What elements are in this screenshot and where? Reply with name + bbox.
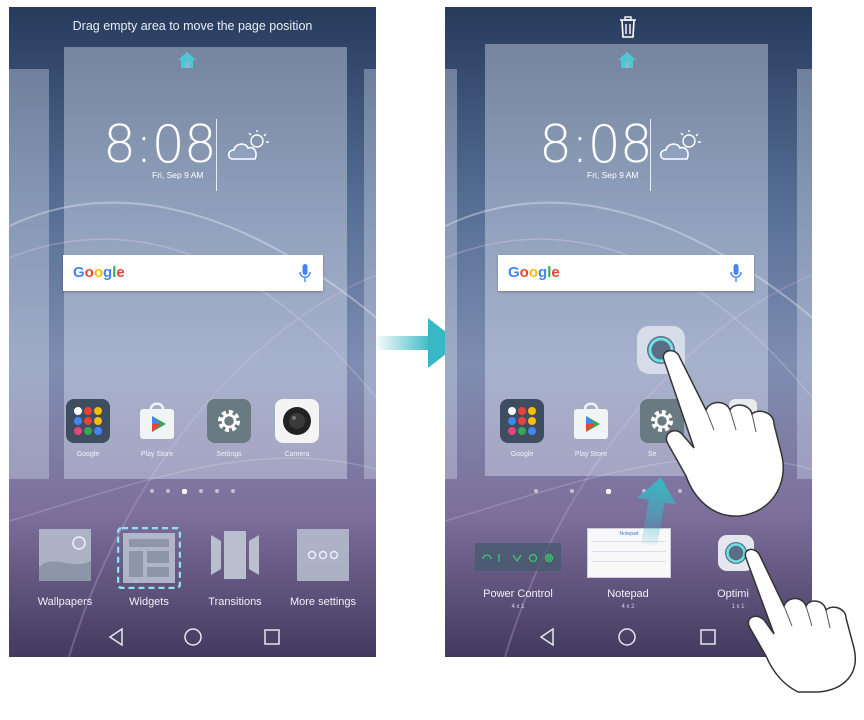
widget-size: 4 x 2 [621,604,635,610]
home-icon[interactable] [617,51,637,69]
tool-widgets[interactable]: Widgets [116,526,182,608]
mic-icon[interactable] [730,263,742,283]
app-play-store[interactable]: Play Store [135,399,179,458]
pointing-hand-icon [662,349,784,517]
app-settings[interactable]: Settings [207,399,251,458]
recents-icon[interactable] [698,627,718,647]
back-icon[interactable] [537,627,557,647]
app-label: Camera [284,451,310,458]
tool-label: Wallpapers [37,596,93,608]
recents-icon[interactable] [262,627,282,647]
google-logo: Google [508,264,560,281]
clock-date: Fri, Sep 9 AM [587,170,639,180]
google-search-bar[interactable]: Google [498,255,754,291]
clock-divider [650,119,651,191]
play-store-icon [569,399,613,443]
widgets-icon [116,526,182,590]
clock-time: 8:08 [103,115,217,175]
clock-time: 8:08 [539,115,653,175]
notepad-line [592,561,666,571]
tool-label: More settings [289,596,357,608]
wallpapers-icon [39,529,91,581]
transitions-icon [211,531,259,579]
app-label: Play Store [574,451,608,458]
widget-label-power-control: Power Control [483,588,553,600]
home-icon[interactable] [177,51,197,69]
play-store-icon [135,399,179,443]
google-logo-g: G [73,264,85,281]
trash-icon[interactable] [619,16,637,38]
google-folder-icon [66,399,110,443]
tapping-hand-icon [744,548,856,693]
widget-size: 4 x 1 [511,604,525,610]
app-label: Google [76,451,100,458]
app-google[interactable]: Google [500,399,544,458]
mic-icon[interactable] [299,263,311,283]
clock-date: Fri, Sep 9 AM [152,170,204,180]
page-indicator [150,488,240,495]
next-page-preview[interactable] [364,69,376,479]
app-camera[interactable]: Camera [275,399,319,458]
app-label: Play Store [140,451,174,458]
camera-icon [275,399,319,443]
left-phone-screen: Drag empty area to move the page positio… [9,7,376,657]
notepad-line [592,551,666,561]
app-label: Settings [216,451,242,458]
app-play-store[interactable]: Play Store [569,399,613,458]
google-search-bar[interactable]: Google [63,255,323,291]
power-control-icons [482,553,554,563]
tool-wallpapers[interactable]: Wallpapers [33,527,97,608]
tool-label: Widgets [129,596,169,608]
navigation-bar [9,622,376,656]
settings-gear-icon [207,399,251,443]
widget-label-notepad: Notepad [607,588,649,600]
partly-cloudy-icon [659,130,701,160]
clock-divider [216,119,217,191]
drag-hint-text: Drag empty area to move the page positio… [72,19,313,33]
google-folder-icon [500,399,544,443]
app-google[interactable]: Google [66,399,110,458]
previous-page-preview[interactable] [445,69,457,479]
tool-transitions[interactable]: Transitions [203,527,267,608]
tool-more-settings[interactable]: More settings [285,527,361,608]
partly-cloudy-icon [227,130,269,160]
home-nav-icon[interactable] [617,627,637,647]
home-nav-icon[interactable] [183,627,203,647]
tool-label: Transitions [208,596,262,608]
power-control-widget-preview[interactable] [475,543,561,571]
previous-page-preview[interactable] [9,69,49,479]
more-settings-icon [297,529,349,581]
app-label: Google [510,451,534,458]
google-logo: Google [73,264,125,281]
back-icon[interactable] [106,627,126,647]
